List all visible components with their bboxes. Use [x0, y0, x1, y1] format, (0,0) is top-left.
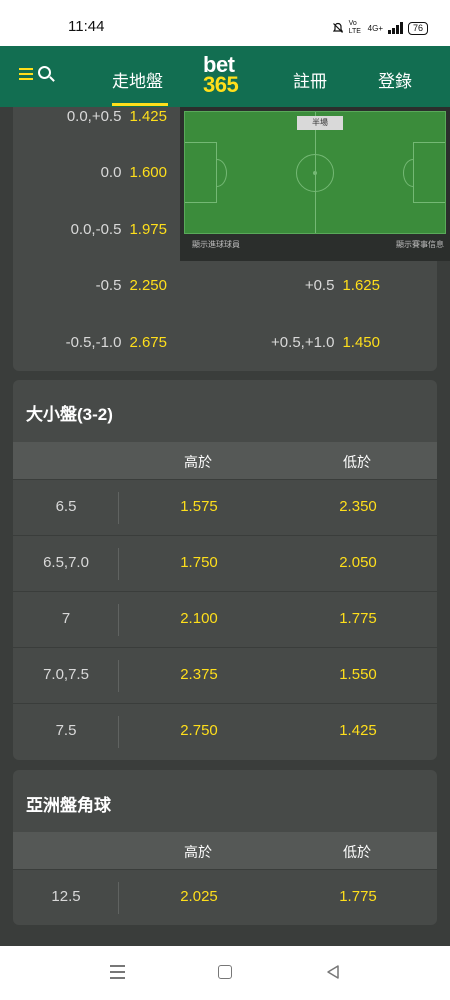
home-icon[interactable]	[218, 965, 232, 979]
under-odds-button[interactable]: 2.350	[318, 498, 398, 515]
volte-indicator: Vo LTE	[348, 20, 361, 35]
odds-value: 2.250	[129, 277, 167, 294]
market-row: 7.0,7.5 2.375 1.550	[13, 647, 437, 703]
asian-corners-title: 亞洲盤角球	[26, 796, 111, 815]
signal-icon	[387, 22, 403, 34]
over-odds-button[interactable]: 1.750	[159, 554, 239, 571]
odds-value: 2.675	[129, 334, 167, 351]
column-header: 高於 低於	[13, 442, 437, 479]
under-odds-button[interactable]: 1.550	[318, 666, 398, 683]
app-header: 走地盤 bet 365 註冊 登錄	[0, 46, 450, 107]
menu-icon[interactable]	[19, 68, 34, 81]
handicap-selection[interactable]: -0.5 2.250	[96, 277, 167, 294]
recent-apps-icon[interactable]	[110, 965, 125, 979]
market-row: 7 2.100 1.775	[13, 591, 437, 647]
under-odds-button[interactable]: 1.775	[318, 610, 398, 627]
handicap-line: 0.0,-0.5	[70, 221, 122, 238]
odds-value: 1.975	[129, 221, 167, 238]
handicap-line: 0.0,+0.5	[66, 108, 122, 125]
bet365-logo[interactable]: bet 365	[203, 54, 253, 97]
handicap-line: +0.5	[304, 277, 335, 294]
over-under-title: 大小盤(3-2)	[26, 405, 113, 424]
odds-value: 1.450	[342, 334, 380, 351]
column-under: 低於	[343, 454, 371, 470]
football-pitch: 半場	[184, 111, 446, 234]
match-period-badge: 半場	[297, 116, 343, 130]
mute-bell-icon	[332, 22, 343, 33]
show-match-info-link[interactable]: 顯示賽事信息	[396, 239, 444, 250]
logo-text-bottom: 365	[203, 72, 239, 97]
column-over: 高於	[184, 454, 212, 470]
over-odds-button[interactable]: 2.100	[159, 610, 239, 627]
asian-corners-card: 亞洲盤角球 高於 低於 12.5 2.025 1.775	[13, 770, 437, 925]
handicap-line: -0.5	[95, 277, 122, 294]
handicap-line: -0.5,-1.0	[65, 334, 122, 351]
handicap-selection[interactable]: +0.5,+1.0 1.450	[271, 334, 380, 351]
odds-value: 1.425	[129, 108, 167, 125]
over-odds-button[interactable]: 2.375	[159, 666, 239, 683]
odds-value: 1.625	[342, 277, 380, 294]
handicap-selection[interactable]: 0.0 1.600	[101, 164, 167, 181]
over-under-card: 大小盤(3-2) 高於 低於 6.5 1.575 2.350 6.5,7.0 1…	[13, 380, 437, 760]
goal-line: 7.5	[55, 722, 77, 739]
back-icon[interactable]	[325, 964, 341, 980]
handicap-selection[interactable]: 0.0,-0.5 1.975	[71, 221, 167, 238]
under-odds-button[interactable]: 1.425	[318, 722, 398, 739]
market-row: 6.5,7.0 1.750 2.050	[13, 535, 437, 591]
handicap-selection[interactable]: 0.0,+0.5 1.425	[67, 108, 167, 125]
under-odds-button[interactable]: 1.775	[318, 888, 398, 905]
match-tracker[interactable]: 半場 顯示進球球員 顯示賽事信息	[180, 107, 450, 261]
active-tab-indicator	[112, 103, 168, 106]
handicap-selection[interactable]: +0.5 1.625	[305, 277, 380, 294]
market-row: 6.5 1.575 2.350	[13, 479, 437, 535]
column-under: 低於	[343, 844, 371, 860]
market-row: 12.5 2.025 1.775	[13, 869, 437, 925]
system-nav-bar	[0, 946, 450, 1000]
corner-line: 12.5	[51, 888, 81, 905]
status-bar: 11:44 Vo LTE 4G+ 76	[0, 0, 450, 46]
odds-value: 1.600	[129, 164, 167, 181]
goal-line: 6.5	[55, 498, 77, 515]
login-link[interactable]: 登錄	[378, 67, 412, 92]
nav-live-in-play[interactable]: 走地盤	[112, 67, 163, 92]
handicap-line: +0.5,+1.0	[271, 334, 335, 351]
over-odds-button[interactable]: 2.750	[159, 722, 239, 739]
show-scorers-link[interactable]: 顯示進球球員	[192, 239, 240, 250]
network-type: 4G+	[367, 23, 383, 33]
goal-line: 6.5,7.0	[43, 554, 89, 571]
handicap-line: 0.0	[100, 164, 122, 181]
over-odds-button[interactable]: 1.575	[159, 498, 239, 515]
over-odds-button[interactable]: 2.025	[159, 888, 239, 905]
status-icons: Vo LTE 4G+ 76	[332, 20, 428, 36]
register-link[interactable]: 註冊	[293, 67, 327, 92]
under-odds-button[interactable]: 2.050	[318, 554, 398, 571]
battery-icon: 76	[407, 21, 428, 35]
handicap-selection[interactable]: -0.5,-1.0 2.675	[66, 334, 167, 351]
market-row: 7.5 2.750 1.425	[13, 703, 437, 759]
goal-line: 7.0,7.5	[43, 666, 89, 683]
status-time: 11:44	[68, 18, 105, 35]
goal-line: 7	[61, 610, 71, 627]
column-header: 高於 低於	[13, 832, 437, 869]
column-over: 高於	[184, 844, 212, 860]
search-icon[interactable]	[38, 66, 56, 84]
